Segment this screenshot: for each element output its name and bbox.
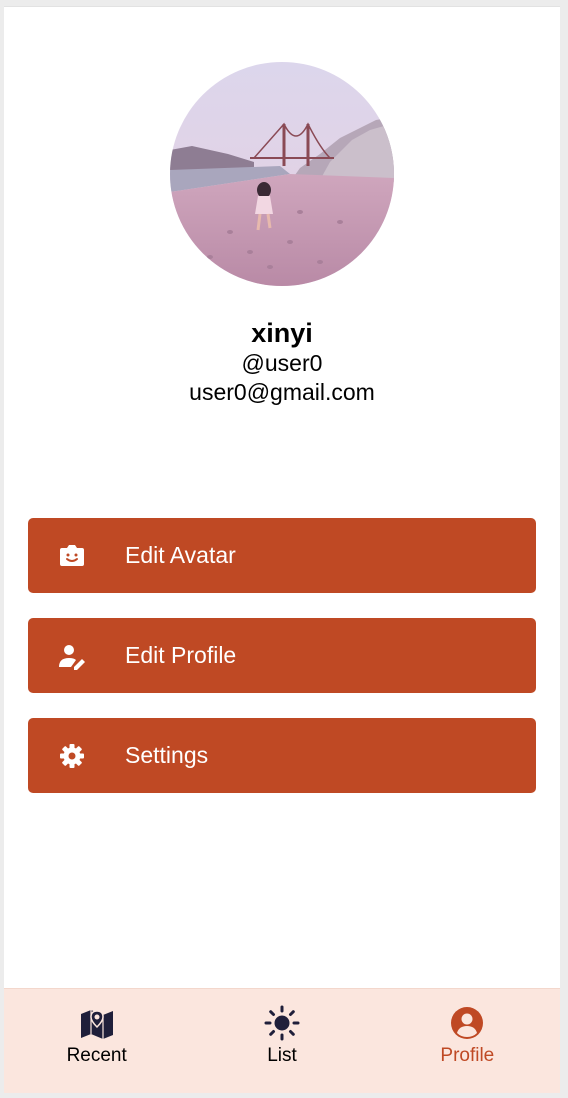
tab-profile-label: Profile	[440, 1045, 495, 1066]
avatar-beach-photo	[170, 62, 394, 286]
user-display-name: xinyi	[251, 318, 313, 348]
avatar[interactable]	[170, 62, 394, 286]
tab-recent[interactable]: Recent	[4, 989, 189, 1093]
tab-recent-label: Recent	[66, 1045, 127, 1066]
edit-profile-label: Edit Profile	[125, 642, 237, 668]
camera-face-icon	[58, 542, 86, 570]
gear-icon	[58, 742, 86, 770]
settings-label: Settings	[125, 742, 209, 768]
edit-profile-button[interactable]: Edit Profile	[28, 618, 536, 693]
bottom-tab-bar: Recent List Profile	[4, 988, 560, 1093]
tab-list[interactable]: List	[189, 989, 374, 1093]
edit-avatar-label: Edit Avatar	[125, 542, 236, 568]
tab-list-label: List	[267, 1045, 297, 1066]
user-email: user0@gmail.com	[189, 379, 375, 405]
map-icon	[80, 1010, 113, 1039]
user-handle: @user0	[241, 350, 323, 376]
person-edit-icon	[58, 642, 86, 670]
sun-icon	[264, 1005, 300, 1041]
tab-profile[interactable]: Profile	[375, 989, 560, 1093]
profile-screen: xinyi @user0 user0@gmail.com Edit Avatar…	[4, 6, 560, 1093]
edit-avatar-button[interactable]: Edit Avatar	[28, 518, 536, 593]
account-circle-icon	[451, 1007, 484, 1039]
settings-button[interactable]: Settings	[28, 718, 536, 793]
